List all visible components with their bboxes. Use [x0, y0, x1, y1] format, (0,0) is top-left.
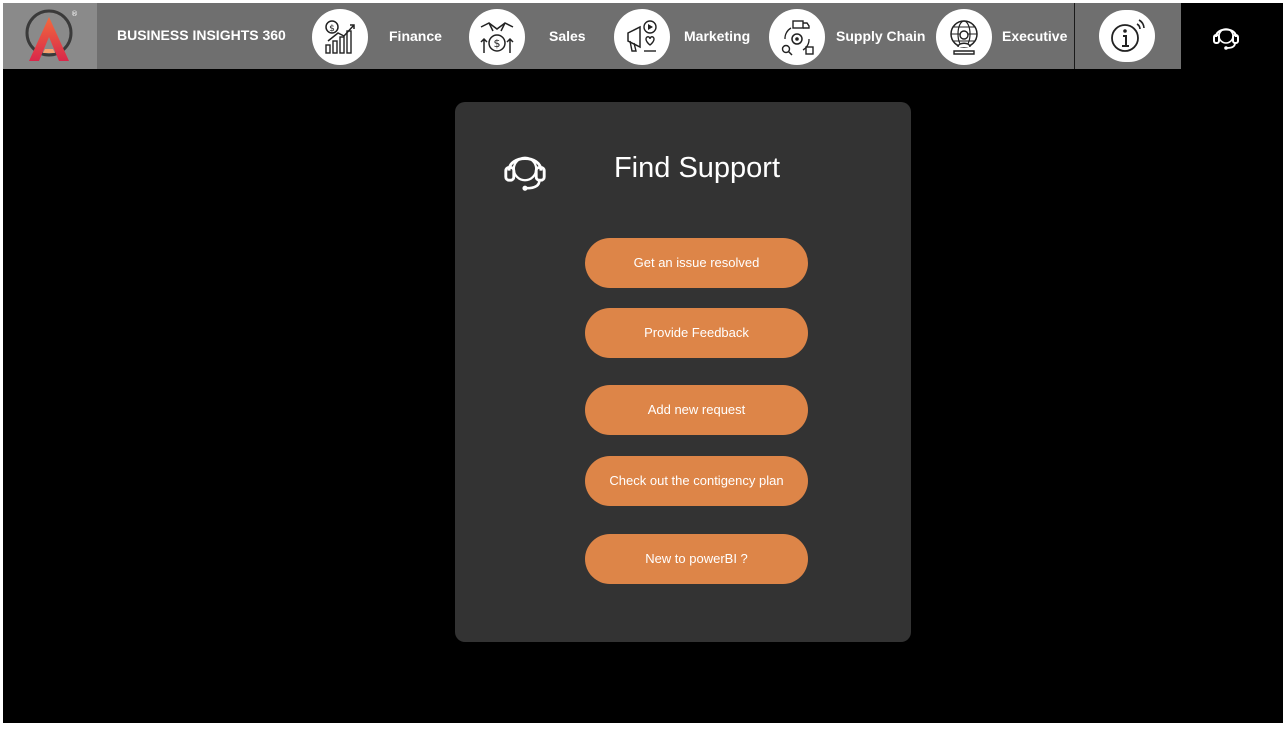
logo-a-icon	[25, 9, 73, 61]
finance-chart-icon: $	[325, 20, 355, 54]
svg-text:$: $	[329, 24, 335, 34]
nav-divider	[1074, 3, 1075, 69]
add-new-request-button[interactable]: Add new request	[585, 385, 808, 435]
nav-sales-icon-button[interactable]: $	[469, 9, 525, 65]
nav-marketing[interactable]: Marketing	[684, 28, 750, 44]
nav-finance-icon-button[interactable]: $	[312, 9, 368, 65]
info-button[interactable]	[1099, 10, 1155, 62]
provide-feedback-button[interactable]: Provide Feedback	[585, 308, 808, 358]
nav-supply-chain[interactable]: Supply Chain	[836, 28, 925, 44]
supply-chain-icon	[781, 20, 814, 56]
nav-executive-icon-button[interactable]	[936, 9, 992, 65]
svg-text:$: $	[494, 37, 501, 50]
nav-executive[interactable]: Executive	[1002, 28, 1067, 44]
contingency-plan-button[interactable]: Check out the contigency plan	[585, 456, 808, 506]
app-frame: ® BUSINESS INSIGHTS 360 $ Finance $ Sale…	[3, 3, 1283, 723]
nav-marketing-icon-button[interactable]	[614, 9, 670, 65]
panel-title: Find Support	[613, 152, 781, 184]
nav-supply-chain-icon-button[interactable]	[769, 9, 825, 65]
marketing-megaphone-icon	[627, 20, 657, 52]
top-navigation-bar: ® BUSINESS INSIGHTS 360 $ Finance $ Sale…	[3, 3, 1181, 69]
executive-globe-icon	[950, 20, 978, 55]
info-icon	[1111, 19, 1145, 52]
app-title: BUSINESS INSIGHTS 360	[117, 27, 286, 43]
new-to-powerbi-button[interactable]: New to powerBI ?	[585, 534, 808, 584]
get-issue-resolved-button[interactable]: Get an issue resolved	[585, 238, 808, 288]
headset-icon	[1213, 28, 1239, 50]
handshake-money-icon: $	[480, 22, 514, 53]
registered-mark: ®	[71, 10, 78, 18]
nav-sales[interactable]: Sales	[549, 28, 586, 44]
company-logo[interactable]: ®	[3, 3, 97, 69]
nav-finance[interactable]: Finance	[389, 28, 442, 44]
support-nav-button[interactable]	[1211, 21, 1241, 55]
find-support-panel: Find Support Get an issue resolved Provi…	[455, 102, 911, 642]
